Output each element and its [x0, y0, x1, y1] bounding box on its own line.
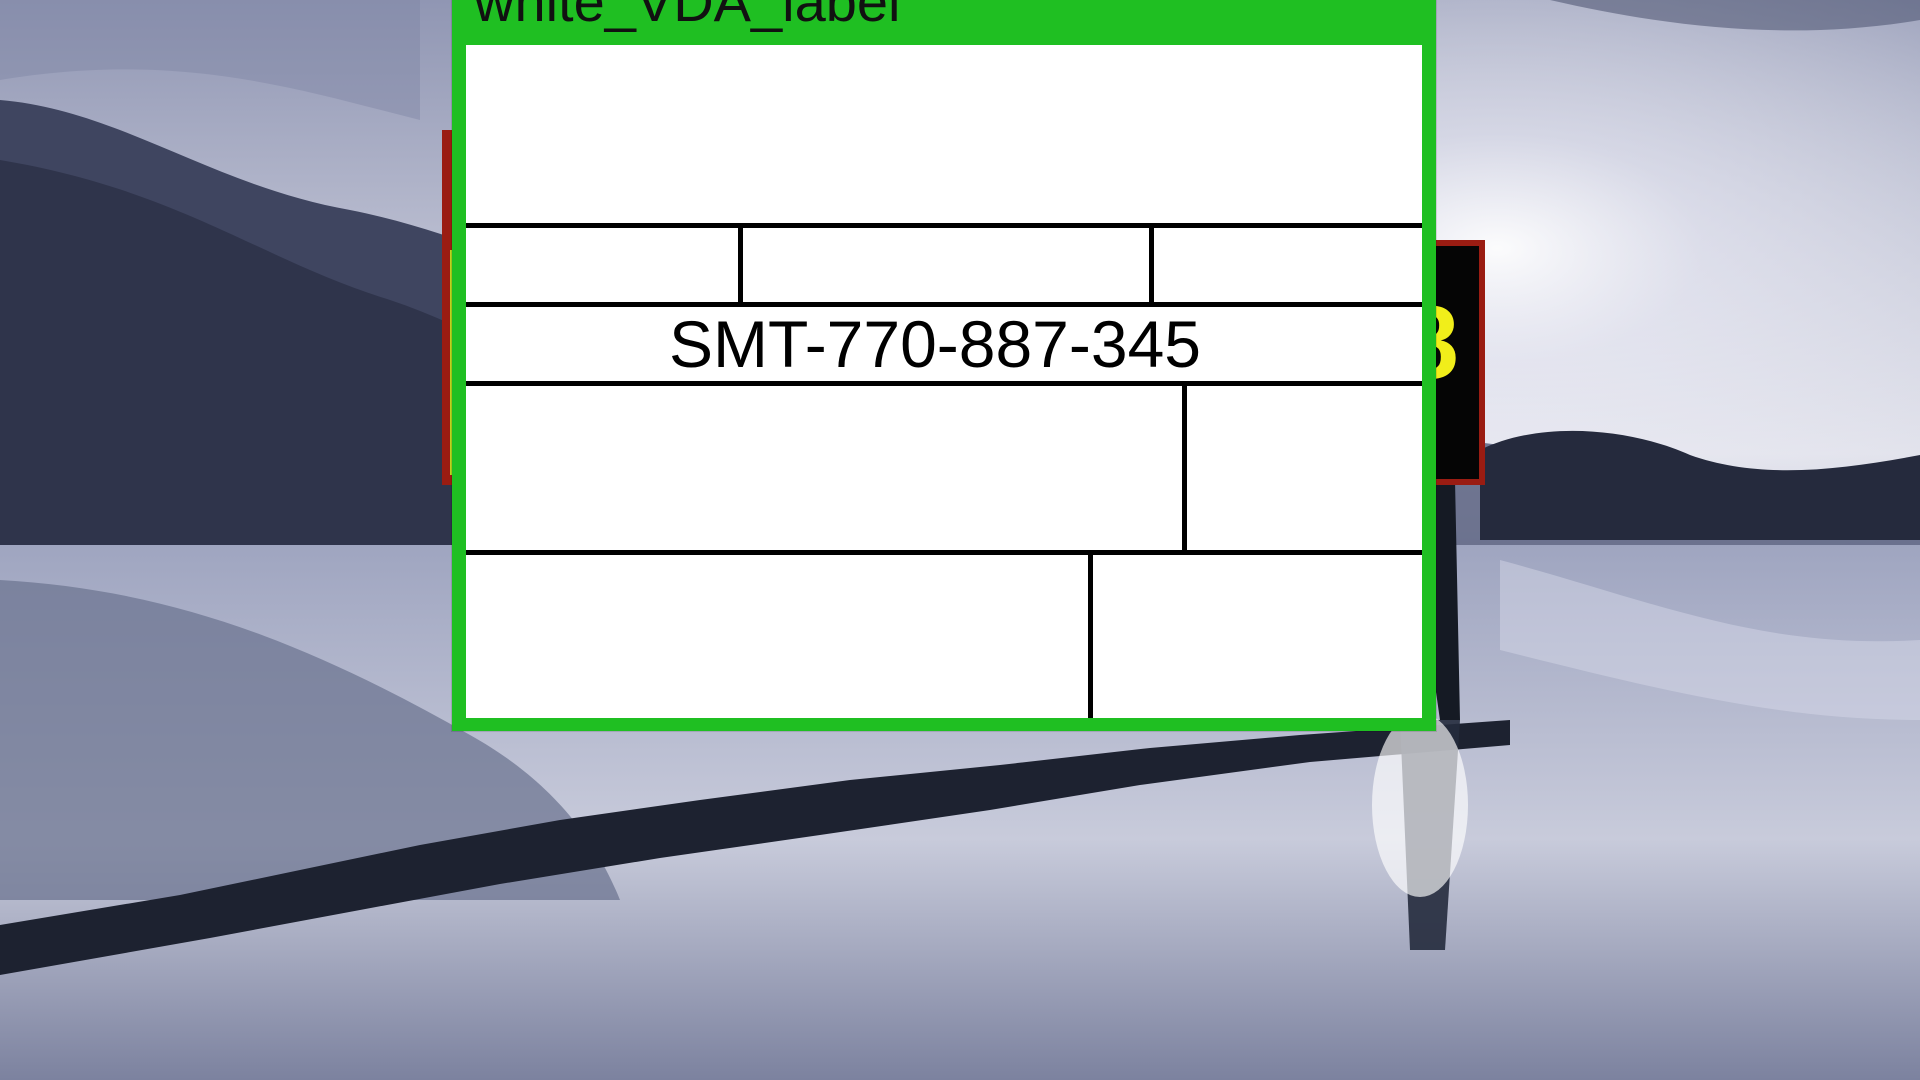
- tracking-number: SMT-770-887-345: [669, 307, 1201, 381]
- vda-label-form: SMT-770-887-345: [466, 45, 1422, 718]
- vda-label-window[interactable]: white_VDA_label SMT-770-887-345: [452, 0, 1436, 731]
- label-bottom-cell: [1093, 555, 1422, 718]
- label-detail-row: [466, 386, 1422, 555]
- label-bottom-cell: [466, 555, 1093, 718]
- window-title: white_VDA_label: [474, 0, 901, 33]
- desktop-stage: 8 white_VDA_label SMT-770-887-345: [0, 0, 1920, 1080]
- tracking-number-row: SMT-770-887-345: [466, 307, 1422, 386]
- label-header-cell: [466, 45, 1422, 223]
- tracking-number-cell: SMT-770-887-345: [466, 307, 1422, 381]
- label-bottom-row: [466, 555, 1422, 718]
- label-info-row: [466, 228, 1422, 307]
- label-header-row: [466, 45, 1422, 228]
- label-detail-cell: [1187, 386, 1422, 550]
- label-info-cell: [1154, 228, 1422, 302]
- label-detail-cell: [466, 386, 1187, 550]
- label-info-cell: [466, 228, 743, 302]
- label-info-cell: [743, 228, 1154, 302]
